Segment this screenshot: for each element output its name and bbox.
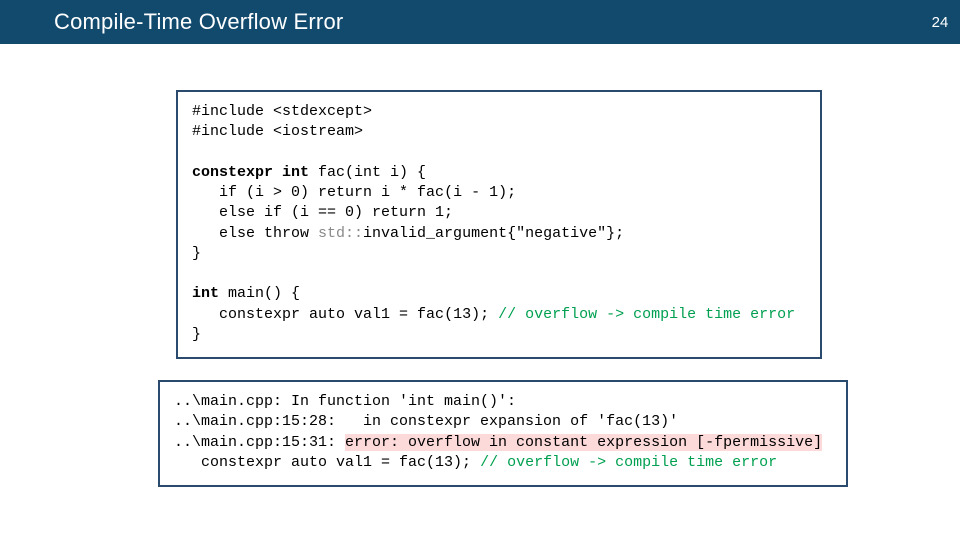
code-line: #include <stdexcept> — [192, 103, 372, 120]
code-frag: () { — [264, 285, 300, 302]
code-frag: main — [228, 285, 264, 302]
code-frag: fac — [417, 306, 444, 323]
output-error: error: overflow in constant expression [… — [345, 434, 822, 451]
code-frag: fac — [318, 164, 345, 181]
code-block-output: ..\main.cpp: In function 'int main()': .… — [158, 380, 848, 487]
code-block-source: #include <stdexcept> #include <iostream>… — [176, 90, 822, 359]
code-frag: constexpr auto val1 = — [192, 306, 417, 323]
slide: Compile-Time Overflow Error 24 #include … — [0, 0, 960, 540]
slide-title: Compile-Time Overflow Error — [0, 9, 343, 35]
code-frag: if (i > 0) return i * — [192, 184, 417, 201]
code-frag: (13); — [444, 306, 498, 323]
code-frag: (int i) { — [345, 164, 426, 181]
code-frag: else throw — [192, 225, 318, 242]
code-comment: // overflow -> compile time error — [498, 306, 795, 323]
code-line: } — [192, 245, 201, 262]
code-frag: fac — [417, 184, 444, 201]
code-frag: (i - 1); — [444, 184, 516, 201]
code-line: #include <iostream> — [192, 123, 363, 140]
code-frag: constexpr int — [192, 164, 318, 181]
titlebar: Compile-Time Overflow Error — [0, 0, 920, 44]
output-frag: constexpr auto val1 = fac(13); — [174, 454, 480, 471]
code-line: } — [192, 326, 201, 343]
output-frag: ..\main.cpp:15:31: — [174, 434, 345, 451]
code-frag: invalid_argument{"negative"}; — [363, 225, 624, 242]
code-line: else if (i == 0) return 1; — [192, 204, 453, 221]
output-line: ..\main.cpp:15:28: in constexpr expansio… — [174, 413, 678, 430]
output-line: ..\main.cpp: In function 'int main()': — [174, 393, 516, 410]
code-frag: int — [192, 285, 228, 302]
page-number: 24 — [920, 0, 960, 44]
code-frag: std:: — [318, 225, 363, 242]
output-comment: // overflow -> compile time error — [480, 454, 777, 471]
